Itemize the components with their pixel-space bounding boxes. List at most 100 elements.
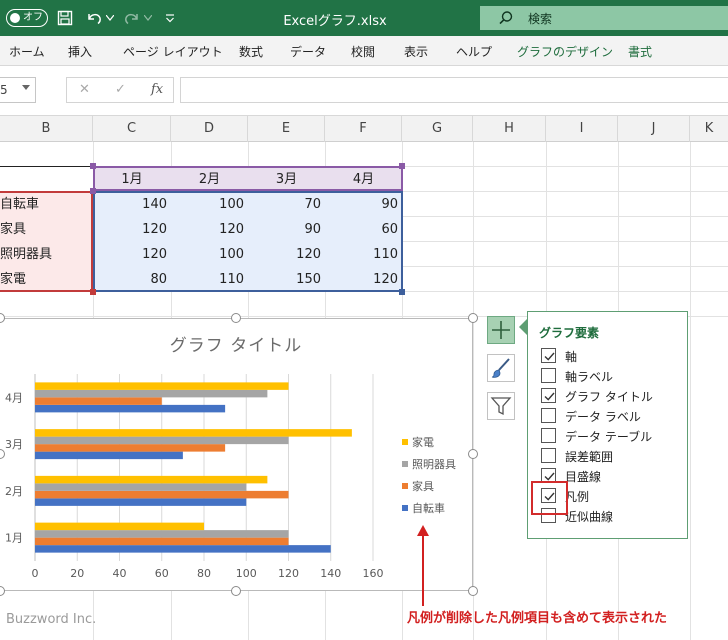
table-cell[interactable]: 120 [325, 267, 402, 292]
bar [35, 545, 331, 553]
redo-icon[interactable] [122, 8, 142, 28]
checkbox-data-table[interactable] [541, 428, 556, 443]
chart-resize-handle[interactable] [231, 586, 241, 596]
bar [35, 444, 226, 452]
x-tick-label: 100 [236, 567, 257, 580]
checkbox-axis-titles[interactable] [541, 368, 556, 383]
column-header-h[interactable]: H [473, 116, 546, 142]
table-header-cell[interactable]: 2月 [171, 167, 248, 192]
autosave-toggle[interactable]: オフ [6, 9, 48, 27]
chart-area[interactable]: グラフ タイトル 0 20 40 60 80 100 120 140 160 1月 2月 3月 4月 家電… [0, 318, 473, 591]
chart-element-label: 軸ラベル [565, 370, 614, 384]
customize-quick-access-icon[interactable] [163, 8, 177, 28]
row-label-cell[interactable]: 自転車 [0, 192, 93, 217]
table-header-cell[interactable]: 3月 [248, 167, 325, 192]
bar-chart[interactable]: 0 20 40 60 80 100 120 140 160 1月 2月 3月 4月家電照明器具家具自転車 [0, 319, 472, 590]
column-header-g[interactable]: G [402, 116, 473, 142]
tab-insert[interactable]: 挿入 [68, 43, 92, 60]
chart-resize-handle[interactable] [468, 586, 478, 596]
undo-icon[interactable] [84, 8, 104, 28]
table-cell[interactable]: 120 [93, 242, 171, 267]
table-cell[interactable]: 90 [248, 217, 325, 242]
column-header-c[interactable]: C [93, 116, 171, 142]
bar [35, 537, 289, 546]
cancel-icon[interactable]: ✕ [79, 82, 90, 97]
chart-resize-handle[interactable] [468, 313, 478, 323]
column-header-d[interactable]: D [171, 116, 248, 142]
x-tick-label: 40 [113, 567, 127, 580]
legend-swatch [402, 505, 408, 511]
tab-data[interactable]: データ [290, 43, 326, 60]
table-cell[interactable]: 120 [248, 242, 325, 267]
checkbox-data-labels[interactable] [541, 408, 556, 423]
table-cell[interactable]: 120 [93, 217, 171, 242]
redo-dropdown-icon[interactable] [142, 8, 154, 28]
chart-element-label: 凡例 [565, 490, 590, 504]
legend-swatch [402, 483, 408, 489]
table-cell[interactable]: 120 [171, 217, 248, 242]
tab-chart-design[interactable]: グラフのデザイン [517, 43, 613, 60]
table-cell[interactable]: 110 [325, 242, 402, 267]
column-header-f[interactable]: F [325, 116, 402, 142]
table-header-cell[interactable]: 4月 [325, 167, 402, 192]
column-header-i[interactable]: I [546, 116, 618, 142]
bar [35, 389, 268, 398]
search-icon [498, 10, 514, 29]
table-cell[interactable]: 100 [171, 192, 248, 217]
chart-styles-button[interactable] [487, 354, 515, 382]
table-cell[interactable]: 110 [171, 267, 248, 292]
column-header-b[interactable]: B [0, 116, 93, 142]
save-icon[interactable] [56, 8, 74, 28]
tab-format[interactable]: 書式 [628, 43, 652, 60]
column-headers: B C D E F G H I J K [0, 116, 728, 142]
bar [35, 483, 247, 491]
y-tick-label: 2月 [5, 485, 23, 498]
table-cell[interactable]: 80 [93, 267, 171, 292]
tab-home[interactable]: ホーム [9, 43, 45, 60]
bar [35, 530, 289, 538]
row-label-cell[interactable]: 照明器具 [0, 242, 93, 267]
y-tick-label: 1月 [5, 532, 23, 545]
table-cell[interactable]: 150 [248, 267, 325, 292]
title-bar: オフ Excelグラフ.xlsx 検索 [0, 0, 728, 36]
table-cell[interactable]: 140 [93, 192, 171, 217]
table-cell[interactable]: 90 [325, 192, 402, 217]
enter-icon[interactable]: ✓ [115, 82, 126, 97]
chart-element-label: 軸 [565, 350, 578, 364]
chart-elements-button[interactable] [487, 316, 515, 344]
row-label-cell[interactable]: 家具 [0, 217, 93, 242]
insert-function-icon[interactable]: fx [151, 82, 163, 97]
x-tick-label: 80 [197, 567, 211, 580]
toggle-knob [10, 13, 20, 23]
column-header-j[interactable]: J [618, 116, 690, 142]
checkbox-error-bars[interactable] [541, 448, 556, 463]
tab-view[interactable]: 表示 [404, 43, 428, 60]
panel-title: グラフ要素 [539, 326, 600, 340]
checkbox-chart-title[interactable] [541, 388, 556, 403]
watermark: Buzzword Inc. [6, 612, 97, 627]
table-cell[interactable]: 60 [325, 217, 402, 242]
bar [35, 404, 226, 413]
chart-resize-handle[interactable] [468, 449, 478, 459]
tab-page-layout[interactable]: ページ レイアウト [123, 43, 223, 60]
bar [35, 490, 289, 499]
search-box[interactable]: 検索 [480, 6, 728, 30]
tab-help[interactable]: ヘルプ [456, 43, 492, 60]
table-cell[interactable]: 70 [248, 192, 325, 217]
table-top-border [0, 166, 93, 167]
column-header-k[interactable]: K [690, 116, 728, 142]
tab-review[interactable]: 校閲 [351, 43, 375, 60]
formula-input[interactable] [180, 77, 728, 103]
column-header-e[interactable]: E [248, 116, 325, 142]
checkbox-axes[interactable] [541, 348, 556, 363]
table-header-cell[interactable]: 1月 [93, 167, 171, 192]
row-label-cell[interactable]: 家電 [0, 267, 93, 292]
chart-resize-handle[interactable] [231, 313, 241, 323]
tab-formulas[interactable]: 数式 [239, 43, 263, 60]
name-box[interactable]: 5 [0, 77, 36, 103]
undo-dropdown-icon[interactable] [104, 8, 116, 28]
chart-filters-button[interactable] [487, 392, 515, 420]
table-cell[interactable]: 100 [171, 242, 248, 267]
chevron-down-icon[interactable] [22, 85, 30, 90]
autosave-label: オフ [23, 12, 43, 23]
